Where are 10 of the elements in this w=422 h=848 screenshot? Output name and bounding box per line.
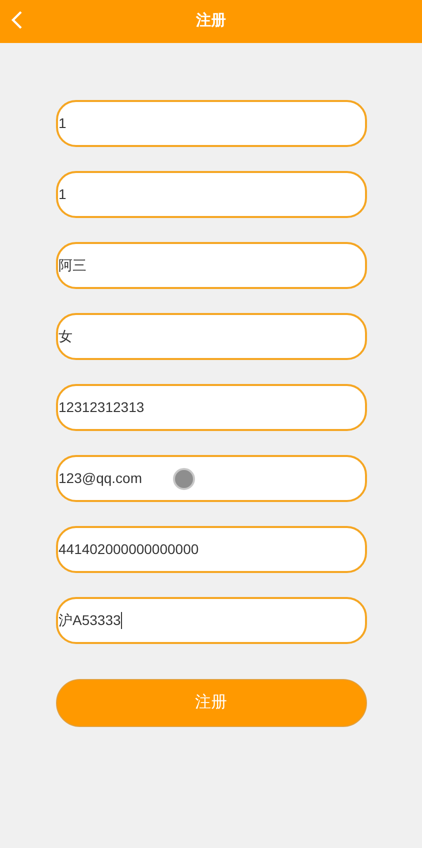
back-icon[interactable] [10,9,24,31]
input-field[interactable]: 沪A53333 [56,597,366,644]
input-field[interactable]: 123@qq.com [56,455,366,502]
input-field[interactable]: 1 [56,100,366,147]
page-title: 注册 [196,11,226,32]
input-field[interactable]: 12312312313 [56,384,366,431]
input-field[interactable]: 1 [56,171,366,218]
input-field[interactable]: 阿三 [56,242,366,289]
input-field[interactable]: 441402000000000000 [56,526,366,573]
input-field[interactable]: 女 [56,313,366,360]
